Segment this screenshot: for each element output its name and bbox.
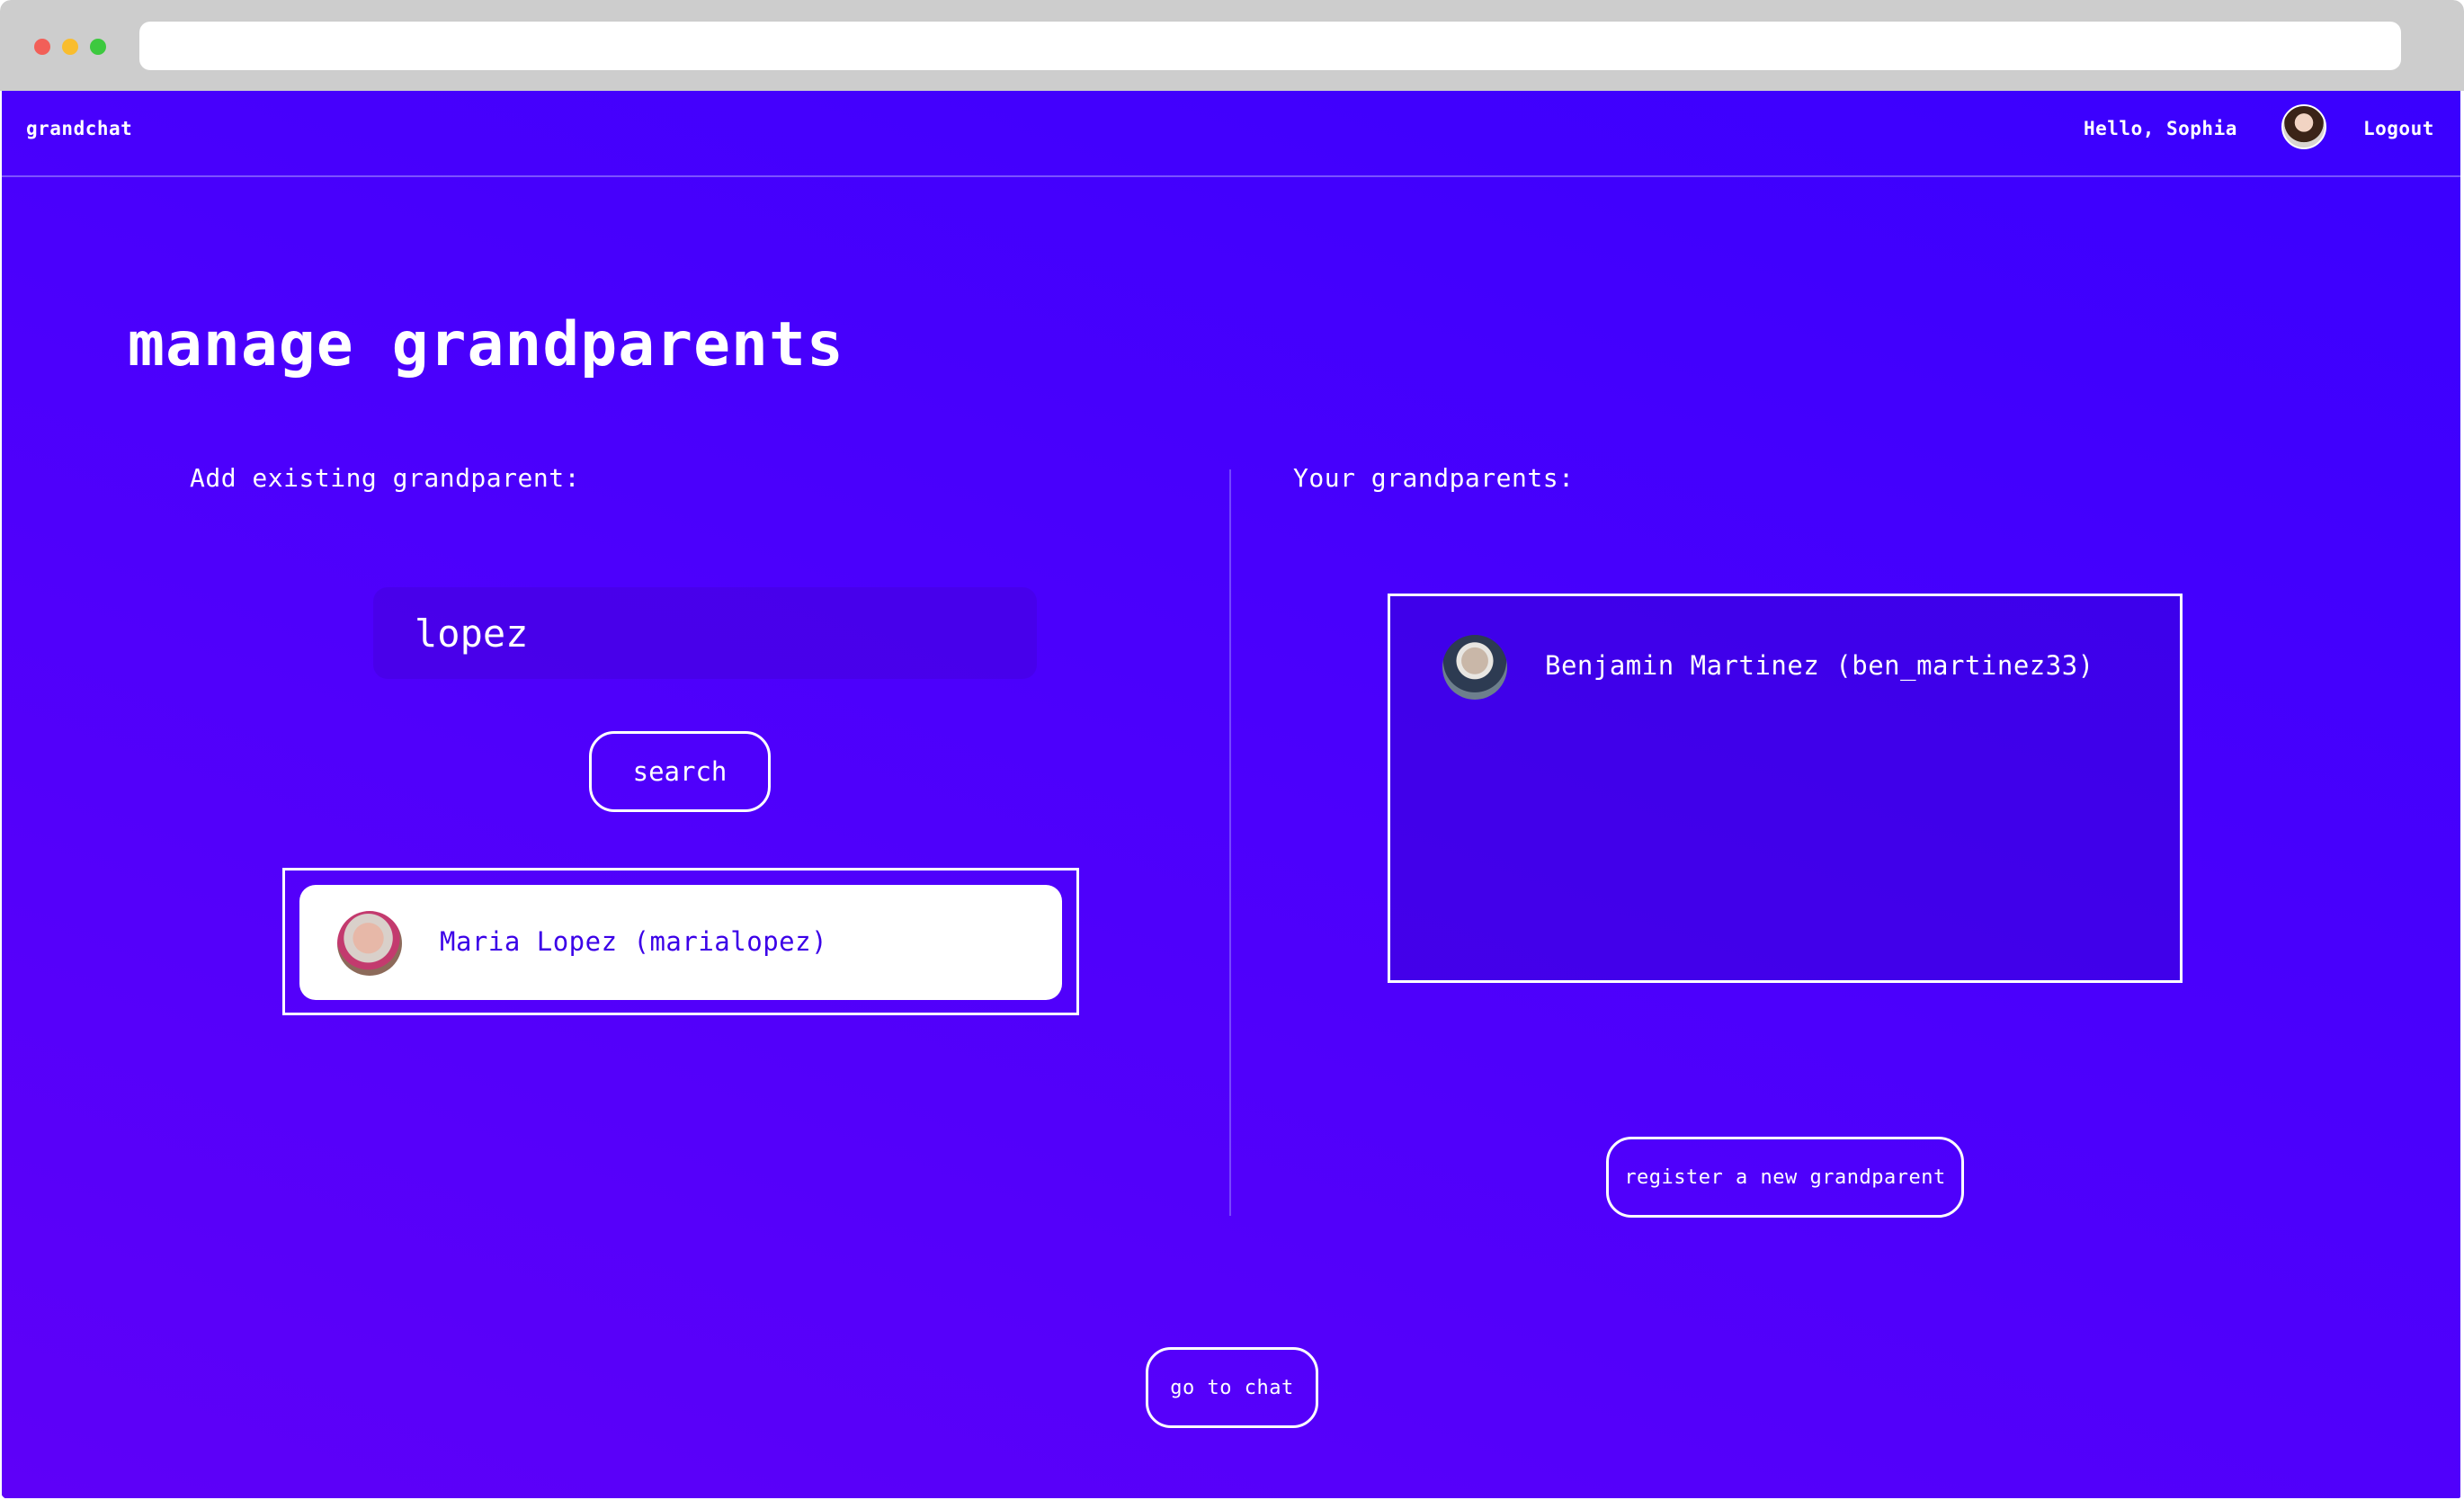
go-to-chat-button[interactable]: go to chat bbox=[1146, 1347, 1318, 1428]
search-result-name: Maria Lopez (marialopez) bbox=[440, 926, 828, 957]
avatar bbox=[1442, 635, 1507, 700]
browser-chrome bbox=[0, 0, 2464, 91]
search-result-item[interactable]: Maria Lopez (marialopez) bbox=[299, 885, 1062, 1000]
user-greeting: Hello, Sophia bbox=[2084, 118, 2237, 139]
browser-window: grandchat Hello, Sophia Logout manage gr… bbox=[0, 0, 2464, 1500]
address-bar[interactable] bbox=[139, 22, 2401, 70]
search-results-list: Maria Lopez (marialopez) bbox=[282, 868, 1079, 1015]
maximize-window-icon[interactable] bbox=[90, 39, 106, 55]
close-window-icon[interactable] bbox=[34, 39, 50, 55]
grandparents-list: Benjamin Martinez (ben_martinez33) bbox=[1388, 594, 2183, 983]
your-grandparents-label: Your grandparents: bbox=[1293, 463, 1575, 493]
search-button[interactable]: search bbox=[589, 731, 771, 812]
logout-link[interactable]: Logout bbox=[2363, 118, 2434, 139]
user-avatar[interactable] bbox=[2281, 104, 2326, 149]
section-divider bbox=[1229, 469, 1231, 1216]
app-viewport: grandchat Hello, Sophia Logout manage gr… bbox=[2, 91, 2460, 1498]
grandparent-search-input[interactable] bbox=[373, 587, 1037, 679]
grandparent-name[interactable]: Benjamin Martinez (ben_martinez33) bbox=[1545, 650, 2094, 681]
avatar bbox=[337, 911, 402, 976]
brand-logo[interactable]: grandchat bbox=[26, 118, 132, 139]
page-title: manage grandparents bbox=[128, 309, 844, 380]
register-grandparent-button[interactable]: register a new grandparent bbox=[1606, 1137, 1964, 1218]
add-existing-label: Add existing grandparent: bbox=[190, 463, 580, 493]
top-navbar: grandchat Hello, Sophia Logout bbox=[2, 91, 2460, 177]
minimize-window-icon[interactable] bbox=[62, 39, 78, 55]
